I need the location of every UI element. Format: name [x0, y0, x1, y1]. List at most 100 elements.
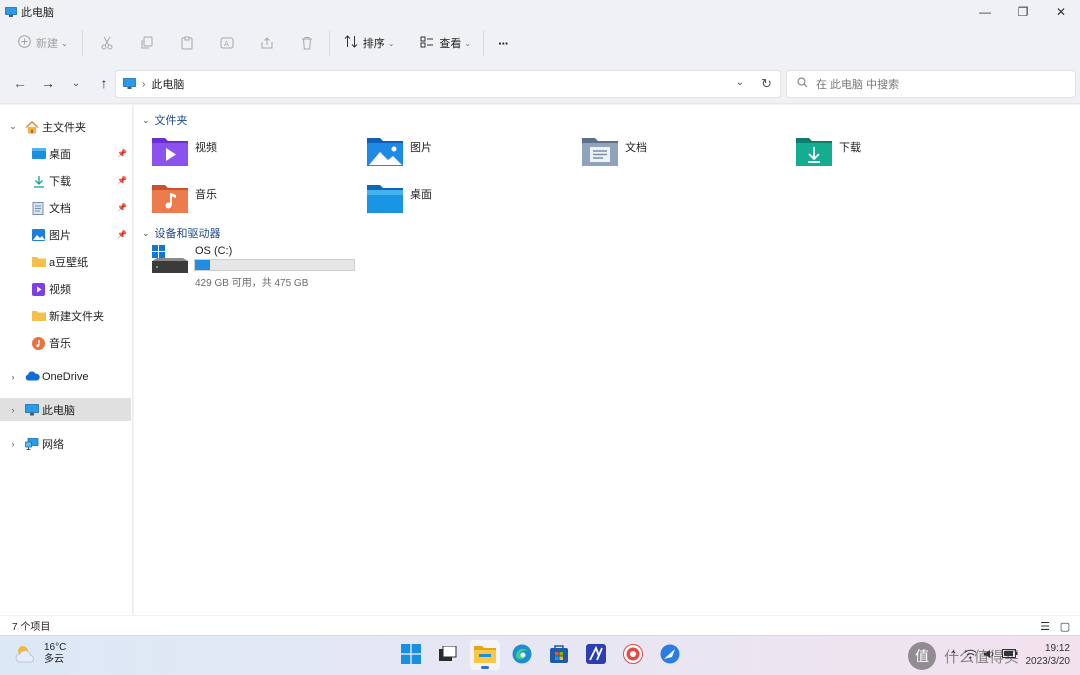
partly-cloudy-icon — [14, 643, 38, 666]
maximize-button[interactable]: ❐ — [1004, 0, 1042, 24]
drives-group-header[interactable]: ⌄ 设备和驱动器 — [142, 225, 221, 241]
details-view-icon[interactable]: ☰ — [1036, 619, 1054, 633]
clock[interactable]: 19:12 2023/3/20 — [1026, 642, 1071, 668]
this-pc-icon — [25, 403, 39, 416]
collapse-chevron-icon[interactable]: ⌄ — [142, 115, 150, 126]
item-count: 7 个项目 — [12, 622, 51, 633]
weather-temperature: 16°C — [44, 642, 67, 653]
home-icon — [25, 120, 39, 133]
sidebar-item-documents[interactable]: 文档 📌 — [0, 196, 131, 219]
back-arrow-icon[interactable]: ← — [6, 70, 34, 96]
task-view-button[interactable] — [433, 640, 463, 670]
weather-widget[interactable]: 16°C 多云 — [14, 642, 66, 666]
sidebar-item-this-pc[interactable]: › 此电脑 — [0, 398, 131, 421]
edge-browser-icon — [512, 644, 532, 667]
red-app-taskbar-button[interactable] — [618, 640, 648, 670]
share-icon[interactable] — [255, 29, 279, 57]
cut-icon[interactable] — [95, 29, 119, 57]
drive-free-space: 429 GB 可用，共 475 GB — [195, 278, 309, 289]
up-arrow-icon[interactable]: ↑ — [90, 70, 118, 96]
pin-icon[interactable]: 📌 — [117, 230, 127, 239]
folder-label: 视频 — [195, 142, 217, 154]
pin-icon[interactable]: 📌 — [117, 203, 127, 212]
sidebar-item-pictures[interactable]: 图片 📌 — [0, 223, 131, 246]
expand-chevron-icon[interactable]: ⌄ — [7, 121, 19, 132]
sort-label: 排序 — [362, 38, 385, 50]
sidebar-item-desktop[interactable]: 桌面 📌 — [0, 142, 131, 165]
status-bar: 7 个项目 ☰ ▢ — [0, 615, 1080, 635]
rename-icon[interactable]: A — [215, 29, 239, 57]
tiles-view-icon[interactable]: ▢ — [1056, 619, 1074, 633]
editor-taskbar-button[interactable] — [581, 640, 611, 670]
chevron-down-icon: ⌄ — [61, 38, 68, 48]
folder-label: 文档 — [625, 142, 647, 154]
drive-tile-c[interactable]: OS (C:) 429 GB 可用，共 475 GB — [151, 245, 381, 290]
search-placeholder: 在 此电脑 中搜索 — [816, 79, 900, 91]
expand-chevron-icon[interactable]: › — [7, 439, 19, 449]
drive-usage-bar — [194, 259, 355, 271]
sidebar-item-label: 新建文件夹 — [49, 310, 104, 323]
title-bar: 此电脑 — ❐ ✕ — [0, 0, 1080, 24]
address-bar[interactable]: › 此电脑 ⌄ ↻ — [115, 70, 781, 98]
sidebar-item-home[interactable]: ⌄ 主文件夹 — [0, 115, 131, 138]
folder-tile-music[interactable]: 音乐 — [151, 182, 351, 222]
search-box[interactable]: 在 此电脑 中搜索 — [786, 70, 1076, 98]
folder-tile-desktop[interactable]: 桌面 — [366, 182, 566, 222]
sort-button[interactable]: 排序 ⌄ — [338, 29, 401, 57]
address-dropdown-icon[interactable]: ⌄ — [736, 77, 744, 88]
file-explorer-icon — [474, 645, 496, 666]
paste-icon[interactable] — [175, 29, 199, 57]
pin-icon[interactable]: 📌 — [117, 149, 127, 158]
drives-group-title: 设备和驱动器 — [154, 228, 221, 240]
new-button[interactable]: 新建 ⌄ — [12, 29, 74, 57]
folder-tile-downloads[interactable]: 下载 — [795, 135, 995, 175]
this-pc-icon — [5, 7, 17, 17]
sidebar-item-label: 音乐 — [49, 337, 71, 350]
folder-tile-pictures[interactable]: 图片 — [366, 135, 566, 175]
delete-icon[interactable] — [295, 29, 319, 57]
expand-chevron-icon[interactable]: › — [7, 372, 19, 382]
volume-icon[interactable] — [983, 649, 996, 662]
recent-locations-chevron-icon[interactable]: ⌄ — [62, 70, 90, 96]
blue-app-taskbar-button[interactable] — [655, 640, 685, 670]
wifi-icon[interactable] — [964, 649, 977, 662]
forward-arrow-icon[interactable]: → — [34, 70, 62, 96]
start-button[interactable] — [396, 640, 426, 670]
sidebar-item-onedrive[interactable]: › OneDrive — [0, 365, 131, 388]
close-button[interactable]: ✕ — [1042, 0, 1080, 24]
copy-icon[interactable] — [135, 29, 159, 57]
music-icon — [32, 336, 46, 350]
sidebar-item-network[interactable]: › 网络 — [0, 432, 131, 455]
sidebar-item-new-folder[interactable]: 新建文件夹 — [0, 304, 131, 327]
pin-icon[interactable]: 📌 — [117, 176, 127, 185]
minimize-button[interactable]: — — [966, 0, 1004, 24]
refresh-icon[interactable]: ↻ — [761, 76, 772, 92]
sidebar-item-downloads[interactable]: 下载 📌 — [0, 169, 131, 192]
sidebar-item-music[interactable]: 音乐 — [0, 331, 131, 354]
edge-taskbar-button[interactable] — [507, 640, 537, 670]
navigation-pane: ⌄ 主文件夹 桌面 📌 下载 📌 文档 📌 图片 📌 a豆壁纸 视频 新建文件夹… — [0, 105, 133, 615]
sidebar-item-label: 文档 — [49, 202, 71, 215]
sort-icon — [344, 35, 358, 51]
windows-logo-icon — [401, 643, 421, 667]
sidebar-item-label: 下载 — [49, 175, 71, 188]
show-hidden-icons-chevron-icon[interactable]: ⌃ — [949, 650, 957, 661]
battery-icon[interactable] — [1001, 649, 1018, 661]
file-explorer-taskbar-button[interactable] — [470, 640, 500, 670]
sidebar-item-videos[interactable]: 视频 — [0, 277, 131, 300]
view-button[interactable]: 查看 ⌄ — [414, 29, 477, 57]
breadcrumb-this-pc[interactable]: 此电脑 — [151, 76, 184, 92]
drive-usage-fill — [195, 260, 211, 270]
folder-tile-videos[interactable]: 视频 — [151, 135, 351, 175]
sidebar-item-label: 视频 — [49, 283, 71, 296]
store-taskbar-button[interactable] — [544, 640, 574, 670]
sidebar-item-wallpaper-folder[interactable]: a豆壁纸 — [0, 250, 131, 273]
expand-chevron-icon[interactable]: › — [7, 405, 19, 415]
more-options-button[interactable]: ··· — [492, 29, 514, 57]
folder-tile-documents[interactable]: 文档 — [581, 135, 781, 175]
collapse-chevron-icon[interactable]: ⌄ — [142, 228, 150, 239]
folders-group-header[interactable]: ⌄ 文件夹 — [142, 112, 188, 128]
weather-condition: 多云 — [44, 654, 64, 665]
sidebar-item-label: a豆壁纸 — [49, 256, 89, 269]
breadcrumb-chevron-icon: › — [142, 78, 146, 90]
